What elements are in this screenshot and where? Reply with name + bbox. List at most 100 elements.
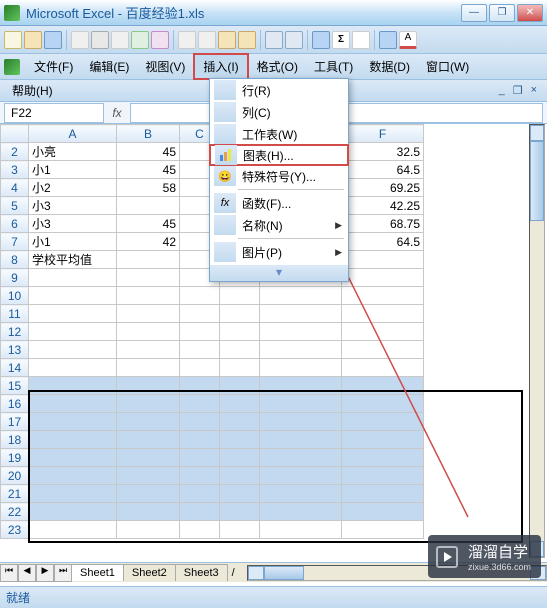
cell[interactable] [342,323,424,341]
cell[interactable] [260,503,342,521]
cell[interactable] [260,341,342,359]
cell[interactable] [180,431,220,449]
cell[interactable] [342,377,424,395]
cell[interactable] [180,377,220,395]
menu-format[interactable]: 格式(O) [249,55,306,78]
cell[interactable] [29,359,117,377]
cell[interactable] [220,305,260,323]
cell[interactable] [342,467,424,485]
cell[interactable] [180,287,220,305]
cell[interactable] [180,413,220,431]
cell[interactable]: 小3 [29,215,117,233]
row-header[interactable]: 14 [1,359,29,377]
cell[interactable] [220,449,260,467]
cell[interactable] [29,377,117,395]
sort-asc-icon[interactable] [352,31,370,49]
cell[interactable] [29,431,117,449]
maximize-button[interactable]: ❐ [489,4,515,22]
cell[interactable] [260,359,342,377]
cell[interactable] [260,323,342,341]
cell[interactable] [29,341,117,359]
font-color-icon[interactable]: A [399,31,417,49]
cell[interactable] [180,395,220,413]
insert-column[interactable]: 列(C) [210,101,348,123]
cell[interactable]: 小1 [29,233,117,251]
insert-row[interactable]: 行(R) [210,79,348,101]
insert-hyperlink-icon[interactable] [312,31,330,49]
cell[interactable] [117,413,180,431]
cell[interactable]: 64.5 [342,161,424,179]
cell[interactable] [29,323,117,341]
cell[interactable] [260,377,342,395]
row-header[interactable]: 21 [1,485,29,503]
row-header[interactable]: 7 [1,233,29,251]
cell[interactable] [117,395,180,413]
cell[interactable] [29,395,117,413]
cell[interactable] [117,449,180,467]
cell[interactable] [220,377,260,395]
name-box[interactable]: F22 [4,103,104,123]
cell[interactable] [220,413,260,431]
menu-view[interactable]: 视图(V) [137,55,193,78]
row-header[interactable]: 19 [1,449,29,467]
row-header[interactable]: 11 [1,305,29,323]
sheet-tab-3[interactable]: Sheet3 [175,564,228,581]
cell[interactable] [29,449,117,467]
cell[interactable] [117,503,180,521]
row-header[interactable]: 8 [1,251,29,269]
cell[interactable] [117,359,180,377]
cell[interactable] [117,431,180,449]
cell[interactable] [180,359,220,377]
cell[interactable] [342,251,424,269]
minimize-button[interactable]: — [461,4,487,22]
fx-icon[interactable]: fx [108,106,126,120]
insert-chart[interactable]: 图表(H)... [209,144,349,166]
row-header[interactable]: 23 [1,521,29,539]
autosum-icon[interactable]: Σ [332,31,350,49]
scroll-thumb[interactable] [530,141,544,221]
format-painter-icon[interactable] [238,31,256,49]
cell[interactable] [117,485,180,503]
menu-insert[interactable]: 插入(I) [193,53,248,80]
cell[interactable] [180,503,220,521]
menu-data[interactable]: 数据(D) [361,55,418,78]
cut-icon[interactable] [178,31,196,49]
cell[interactable] [260,431,342,449]
menu-help[interactable]: 帮助(H) [10,79,61,102]
cell[interactable] [260,287,342,305]
cell[interactable]: 68.75 [342,215,424,233]
cell[interactable]: 小1 [29,161,117,179]
cell[interactable] [342,503,424,521]
scroll-thumb-h[interactable] [264,566,304,580]
cell[interactable]: 45 [117,143,180,161]
cell[interactable] [220,503,260,521]
cell[interactable]: 32.5 [342,143,424,161]
row-header[interactable]: 18 [1,431,29,449]
cell[interactable] [220,521,260,539]
cell[interactable] [220,467,260,485]
cell[interactable] [180,323,220,341]
col-header-b[interactable]: B [117,125,180,143]
tab-nav-last[interactable]: ⏭ [54,564,72,582]
row-header[interactable]: 12 [1,323,29,341]
row-header[interactable]: 3 [1,161,29,179]
cell[interactable] [29,287,117,305]
cell[interactable]: 小2 [29,179,117,197]
cell[interactable] [220,431,260,449]
cell[interactable] [180,467,220,485]
insert-picture[interactable]: 图片(P)▶ [210,241,348,263]
insert-symbol[interactable]: 😀特殊符号(Y)... [210,165,348,187]
cell[interactable] [342,413,424,431]
cell[interactable] [117,341,180,359]
row-header[interactable]: 22 [1,503,29,521]
cell[interactable] [180,521,220,539]
redo-icon[interactable] [285,31,303,49]
tab-nav-next[interactable]: ▶ [36,564,54,582]
row-header[interactable]: 20 [1,467,29,485]
cell[interactable]: 42 [117,233,180,251]
menu-file[interactable]: 文件(F) [26,55,81,78]
scroll-up-button[interactable] [530,125,544,141]
new-icon[interactable] [4,31,22,49]
select-all-corner[interactable] [1,125,29,143]
row-header[interactable]: 15 [1,377,29,395]
